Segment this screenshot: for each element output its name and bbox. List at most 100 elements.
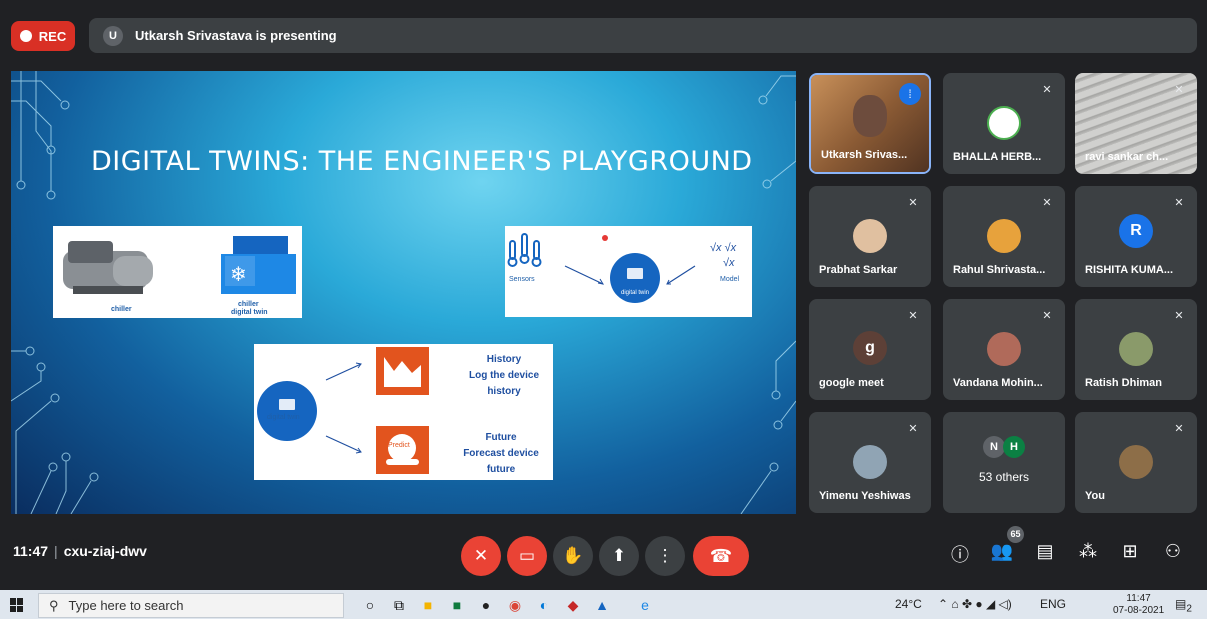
meeting-code: cxu-ziaj-dwv <box>63 543 147 559</box>
leave-call-button[interactable]: ☎ <box>693 536 749 576</box>
mic-off-icon: ✕ <box>908 310 918 322</box>
mic-off-icon: ✕ <box>1174 423 1184 435</box>
rec-label: REC <box>38 28 67 44</box>
meeting-controls: 11:47 | cxu-ziaj-dwv ✕ ▭ ✋ ⬆ ⋮ ☎ ⓘ 65 👥 ▤ … <box>0 523 1207 583</box>
shared-screen-slide: DIGITAL TWINS: THE ENGINEER'S PLAYGROUND… <box>11 71 796 514</box>
predict-label: Predict <box>388 442 410 449</box>
chiller-dt-label-1: chiller <box>238 301 259 308</box>
ie-icon[interactable]: e <box>635 595 655 615</box>
participant-tile[interactable]: ✕ BHALLA HERB... <box>943 73 1065 174</box>
svg-text:√x: √x <box>723 257 735 269</box>
avatar: g <box>853 331 887 365</box>
xbox-icon[interactable]: ● <box>476 595 496 615</box>
clock-date: 07-08-2021 <box>1113 605 1165 616</box>
mcafee-icon[interactable]: ◆ <box>563 595 583 615</box>
chat-icon: ▤ <box>1036 541 1054 561</box>
app-l-icon[interactable]: ■ <box>447 595 467 615</box>
tray-icons[interactable]: ⌃ ⌂ ✤ ● ◢ ◁) <box>938 597 1012 611</box>
taskbar-search-box[interactable]: ⚲ Type here to search <box>38 593 344 618</box>
chrome-icon[interactable]: ◉ <box>505 595 525 615</box>
participant-tile[interactable]: ✕ Ratish Dhiman <box>1075 299 1197 400</box>
people-icon: 👥 <box>990 541 1014 561</box>
device-icon-2 <box>279 399 295 410</box>
more-options-button[interactable]: ⋮ <box>645 536 685 576</box>
weather-temp[interactable]: 24°C <box>895 597 922 611</box>
participant-tile[interactable]: ✕ Rahul Shrivasta... <box>943 186 1065 287</box>
participant-tile[interactable]: ✕ Vandana Mohin... <box>943 299 1065 400</box>
input-language[interactable]: ENG <box>1040 597 1066 611</box>
participant-tile[interactable]: ✕ ravi sankar ch... <box>1075 73 1197 174</box>
participant-name: BHALLA HERB... <box>953 151 1042 163</box>
participant-name: Utkarsh Srivas... <box>821 149 908 161</box>
participant-tile[interactable]: ✕ Prabhat Sarkar <box>809 186 931 287</box>
avatar <box>853 445 887 479</box>
chat-button[interactable]: ▤ <box>1033 541 1057 562</box>
participant-name: ravi sankar ch... <box>1085 151 1169 163</box>
participant-tile[interactable]: ✕ g google meet <box>809 299 931 400</box>
others-count-label: 53 others <box>978 470 1030 484</box>
presenter-avatar: U <box>103 25 123 46</box>
chiller-label: chiller <box>111 306 132 313</box>
participant-tile[interactable]: ✕ Yimenu Yeshiwas <box>809 412 931 513</box>
camera-toggle-button[interactable]: ▭ <box>507 536 547 576</box>
present-button[interactable]: ⬆ <box>599 536 639 576</box>
speaking-indicator-icon: ⁞ <box>899 83 921 105</box>
participant-name: RISHITA KUMA... <box>1085 264 1173 276</box>
mic-off-icon: ✕ <box>1174 84 1184 96</box>
activities-icon: ⁂ <box>1079 541 1097 561</box>
avatar-chip: H <box>1003 436 1025 458</box>
recording-indicator: REC <box>11 21 75 51</box>
file-explorer-icon[interactable]: ■ <box>418 595 438 615</box>
mic-off-icon: ✕ <box>908 197 918 209</box>
people-button[interactable]: 👥 <box>990 541 1014 562</box>
cortana-icon[interactable]: ○ <box>360 595 380 615</box>
avatar <box>987 106 1021 140</box>
presenting-text: Utkarsh Srivastava is presenting <box>135 28 337 43</box>
present-icon: ⬆ <box>611 546 627 565</box>
mic-off-icon: ✕ <box>908 423 918 435</box>
mic-off-icon: ✕ <box>1174 310 1184 322</box>
taskbar-clock[interactable]: 11:47 07-08-2021 <box>1113 593 1164 617</box>
avatar <box>853 219 887 253</box>
participant-name: You <box>1085 490 1105 502</box>
meeting-time: 11:47 <box>13 543 49 559</box>
record-dot-icon <box>19 30 32 42</box>
future-sub: Forecast device future <box>463 448 539 475</box>
task-view-icon[interactable]: ⧉ <box>389 595 409 615</box>
raise-hand-button[interactable]: ✋ <box>553 536 593 576</box>
hand-icon: ✋ <box>562 546 584 565</box>
top-bar: REC U Utkarsh Srivastava is presenting <box>0 0 1207 62</box>
participant-tile[interactable]: ⁞ Utkarsh Srivas... <box>809 73 931 174</box>
sensors-label: Sensors <box>509 276 535 283</box>
activities-button[interactable]: ⁂ <box>1076 541 1100 562</box>
avatar-chip: N <box>983 436 1005 458</box>
digital-twin-label: digital twin <box>620 290 649 296</box>
photos-icon[interactable]: ▲ <box>592 595 612 615</box>
participant-name: Rahul Shrivasta... <box>953 264 1046 276</box>
device-icon <box>627 268 643 279</box>
slide-title: DIGITAL TWINS: THE ENGINEER'S PLAYGROUND <box>91 146 753 177</box>
future-title: Future <box>485 432 517 443</box>
meeting-details-button[interactable]: ⓘ <box>948 541 972 567</box>
participant-name: google meet <box>819 377 884 389</box>
presenting-banner: U Utkarsh Srivastava is presenting <box>89 18 1197 53</box>
avatar <box>1119 332 1153 366</box>
host-controls-button[interactable]: ⚇ <box>1161 541 1185 562</box>
history-title: History <box>486 354 522 365</box>
participant-name: Yimenu Yeshiwas <box>819 490 911 502</box>
mic-off-icon: ✕ <box>1042 84 1052 96</box>
history-chart-icon <box>376 347 429 395</box>
digital-twin-circle-2 <box>257 381 317 441</box>
avatar <box>987 332 1021 366</box>
info-icon: ⓘ <box>951 545 969 565</box>
hangup-icon: ☎ <box>709 545 733 566</box>
windows-start-icon[interactable] <box>10 598 24 612</box>
participant-tile-self[interactable]: ✕ You <box>1075 412 1197 513</box>
participant-tile[interactable]: ✕ R RISHITA KUMA... <box>1075 186 1197 287</box>
grid-view-button[interactable]: ⊞ <box>1118 541 1142 562</box>
mic-toggle-button[interactable]: ✕ <box>461 536 501 576</box>
mic-off-icon: ✕ <box>1174 197 1184 209</box>
edge-icon[interactable]: ◐ <box>534 595 554 615</box>
notification-icon[interactable]: ▤2 <box>1175 597 1192 614</box>
others-tile[interactable]: N H 53 others <box>943 412 1065 513</box>
